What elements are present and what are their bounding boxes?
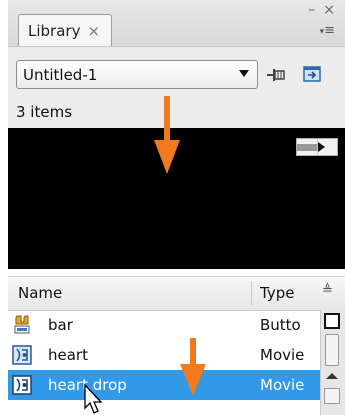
minimize-icon[interactable]: – <box>308 2 315 18</box>
movieclip-symbol-icon <box>12 345 32 365</box>
list-item[interactable]: heart Movie <box>8 340 320 370</box>
pin-library-icon[interactable] <box>266 66 288 84</box>
list-item-type: Butto <box>260 316 301 334</box>
scroll-down-button[interactable] <box>324 388 340 404</box>
list-item-type: Movie <box>260 376 305 394</box>
document-select-value: Untitled-1 <box>23 65 98 84</box>
movieclip-symbol-icon <box>12 375 32 395</box>
tab-close-icon[interactable]: × <box>87 22 100 40</box>
scroll-up-icon[interactable] <box>326 373 338 379</box>
library-toolbar: Untitled-1 <box>8 47 345 97</box>
column-divider[interactable] <box>251 281 252 305</box>
scrollbar-top-button[interactable] <box>324 313 340 329</box>
annotation-arrow-icon <box>154 96 180 174</box>
library-list: Name Type ≜ bar Butto heart Movie heart … <box>8 269 345 415</box>
stop-icon[interactable] <box>297 139 317 155</box>
preview-controls <box>296 138 338 156</box>
window-controls: – × <box>308 2 335 18</box>
list-item-name: heart <box>48 346 88 364</box>
button-symbol-icon <box>14 315 30 334</box>
list-item-selected[interactable]: heart drop Movie <box>8 370 320 400</box>
chevron-down-icon <box>239 70 249 77</box>
document-select[interactable]: Untitled-1 <box>16 60 258 89</box>
list-item-name: bar <box>48 316 73 334</box>
tab-label: Library <box>28 21 81 40</box>
play-icon[interactable] <box>317 139 338 155</box>
panel-title-bar: Library × – × ▾≡ <box>8 0 345 47</box>
panel-menu-icon[interactable]: ▾≡ <box>320 24 335 37</box>
new-library-panel-icon[interactable] <box>302 65 324 85</box>
list-item-type: Movie <box>260 346 305 364</box>
tab-library[interactable]: Library × <box>18 14 112 46</box>
scrollbar-thumb[interactable] <box>325 334 339 366</box>
library-panel: Library × – × ▾≡ Untitled-1 3 items Name… <box>8 0 345 415</box>
mouse-pointer-icon <box>84 384 103 414</box>
list-scrollbar[interactable] <box>320 310 345 415</box>
sort-icon[interactable]: ≜ <box>322 283 333 298</box>
annotation-arrow-icon <box>180 338 206 396</box>
list-header: Name Type ≜ <box>8 276 345 311</box>
column-header-type[interactable]: Type <box>260 284 294 302</box>
list-item[interactable]: bar Butto <box>8 310 320 340</box>
column-header-name[interactable]: Name <box>18 284 62 302</box>
close-icon[interactable]: × <box>323 2 335 18</box>
